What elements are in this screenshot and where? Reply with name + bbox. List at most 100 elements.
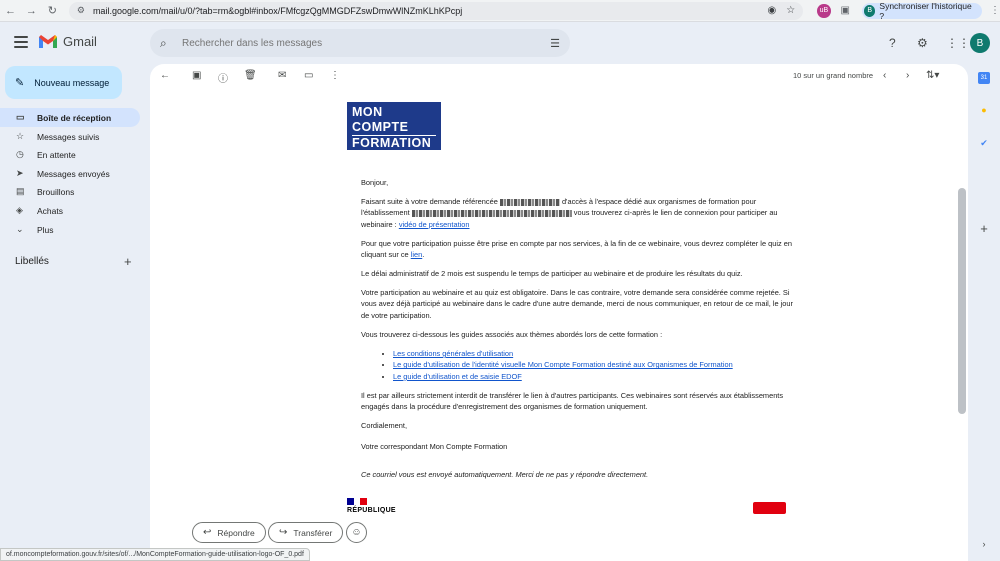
labels-heading: Libellés — [15, 256, 49, 267]
gmail-logo-text: Gmail — [63, 34, 97, 49]
p1-text-a: Faisant suite à votre demande référencée — [361, 197, 498, 206]
sidebar-item-starred[interactable]: ☆ Messages suivis — [0, 127, 140, 146]
paragraph-2: Pour que votre participation puisse être… — [361, 239, 792, 260]
report-spam-icon[interactable]: ⓘ — [218, 70, 228, 85]
scrollbar[interactable] — [958, 188, 966, 414]
sync-label: Synchroniser l'historique ? — [879, 0, 972, 21]
sidebar-item-inbox[interactable]: ▭ Boîte de réception — [0, 108, 140, 127]
move-to-icon[interactable]: ▭ — [304, 70, 313, 81]
delete-icon[interactable]: 🗑 — [244, 70, 257, 81]
reload-icon[interactable]: ↻ — [42, 0, 63, 22]
draft-icon: ▤ — [16, 186, 25, 196]
guide-link-cgu[interactable]: Les conditions générales d'utilisation — [393, 349, 513, 358]
pager-text: 10 sur un grand nombre — [793, 71, 874, 80]
sidebar-item-more[interactable]: ⌄ Plus — [0, 220, 140, 239]
redacted-establishment — [411, 209, 572, 217]
guide-link-visual-identity[interactable]: Le guide d'utilisation de l'identité vis… — [393, 360, 733, 369]
gmail-m-icon — [39, 35, 57, 48]
logo-line: MON — [352, 105, 383, 119]
quiz-link[interactable]: lien — [411, 250, 423, 259]
sidebar-item-purchases[interactable]: ◈ Achats — [0, 201, 140, 220]
add-label-icon[interactable]: + — [124, 254, 132, 269]
sidebar-item-label: Messages suivis — [37, 131, 100, 142]
search-options-icon[interactable]: ☰ — [550, 37, 560, 50]
help-icon[interactable]: ? — [889, 36, 896, 50]
list-item: Le guide d'utilisation et de saisie EDOF — [393, 371, 793, 382]
settings-gear-icon[interactable]: ⚙ — [917, 36, 928, 50]
newer-icon[interactable]: ‹ — [883, 70, 886, 81]
send-icon: ➤ — [16, 168, 24, 178]
more-actions-icon[interactable]: ⋮ — [330, 70, 340, 81]
paragraph-1: Faisant suite à votre demande référencée… — [361, 196, 796, 230]
french-flag-icon — [347, 498, 368, 505]
reply-icon: ↩ — [203, 527, 212, 538]
guide-link-edof[interactable]: Le guide d'utilisation et de saisie EDOF — [393, 372, 522, 381]
presentation-video-link[interactable]: vidéo de présentation — [399, 220, 470, 229]
redacted-reference — [499, 198, 560, 206]
reply-button[interactable]: ↩ Répondre — [192, 522, 266, 543]
paragraph-4: Votre participation au webinaire et au q… — [361, 288, 793, 320]
back-to-inbox-icon[interactable]: ← — [160, 70, 170, 81]
account-avatar[interactable]: B — [970, 33, 990, 53]
older-icon[interactable]: › — [906, 70, 909, 81]
extension-icon[interactable]: uB — [817, 3, 831, 18]
list-item: Les conditions générales d'utilisation — [393, 348, 793, 359]
sidebar-item-label: Achats — [37, 205, 63, 216]
p2-text: Pour que votre participation puisse être… — [361, 239, 792, 260]
republique-text: RÉPUBLIQUE — [347, 507, 396, 514]
emoji-reaction-icon[interactable]: ☺ — [346, 522, 367, 543]
pencil-icon: ✎ — [15, 77, 25, 89]
sidebar-item-sent[interactable]: ➤ Messages envoyés — [0, 164, 140, 183]
sidebar-item-snoozed[interactable]: ◷ En attente — [0, 145, 140, 164]
sidebar-item-label: Brouillons — [37, 186, 75, 197]
sidebar-item-label: Boîte de réception — [37, 112, 112, 123]
calendar-icon[interactable]: 31 — [978, 72, 990, 84]
automatic-note: Ce courriel vous est envoyé automatiquem… — [361, 470, 649, 479]
bookmark-star-icon[interactable]: ☆ — [786, 5, 795, 16]
tasks-icon[interactable]: ✔ — [978, 137, 990, 149]
archive-icon[interactable]: ▣ — [192, 70, 201, 81]
greeting: Bonjour, — [361, 178, 389, 187]
closing: Cordialement, — [361, 421, 408, 430]
guides-list: Les conditions générales d'utilisation L… — [393, 348, 793, 382]
sidebar-item-drafts[interactable]: ▤ Brouillons — [0, 182, 140, 201]
forward-button[interactable]: ↪ Transférer — [268, 522, 344, 543]
logo-line: FORMATION — [352, 135, 436, 151]
search-icon[interactable]: ⌕ — [160, 36, 180, 51]
eye-icon[interactable]: ◉ — [768, 5, 777, 16]
clock-icon: ◷ — [16, 149, 24, 159]
forward-label: Transférer — [293, 527, 333, 538]
compose-button[interactable]: ✎ Nouveau message — [5, 66, 122, 99]
sync-button[interactable]: B Synchroniser l'historique ? — [862, 0, 982, 21]
compose-label: Nouveau message — [34, 77, 110, 88]
expand-panel-icon[interactable]: › — [978, 538, 990, 550]
link-status-bar: of.moncompteformation.gouv.fr/sites/of/.… — [0, 548, 310, 561]
apps-grid-icon[interactable]: ⋮⋮ — [946, 36, 970, 50]
back-icon[interactable]: ← — [0, 0, 21, 22]
signature: Votre correspondant Mon Compte Formation — [361, 442, 508, 451]
main-menu-icon[interactable] — [14, 36, 28, 48]
search-input[interactable] — [182, 37, 551, 49]
paragraph-6: Il est par ailleurs strictement interdit… — [361, 391, 784, 412]
chevron-down-icon: ⌄ — [16, 224, 24, 234]
keep-icon[interactable]: ● — [978, 104, 990, 116]
list-item: Le guide d'utilisation de l'identité vis… — [393, 359, 793, 370]
mark-unread-icon[interactable]: ✉ — [278, 70, 286, 81]
forward-icon[interactable]: → — [21, 0, 42, 22]
forward-arrow-icon: ↪ — [279, 527, 288, 538]
address-bar[interactable]: ⚙ mail.google.com/mail/u/0/?tab=rm&ogbl#… — [68, 1, 804, 20]
star-icon: ☆ — [16, 131, 25, 141]
paragraph-3: Le délai administratif de 2 mois est sus… — [361, 269, 743, 278]
input-tools-icon[interactable]: ⇅▾ — [926, 70, 939, 81]
search-bar[interactable]: ⌕ ☰ — [150, 29, 570, 57]
profile-avatar: B — [864, 4, 876, 17]
add-addon-icon[interactable]: + — [978, 221, 990, 236]
extensions-puzzle-icon[interactable]: ▣ — [841, 5, 850, 16]
site-settings-icon[interactable]: ⚙ — [77, 5, 85, 16]
sidebar-item-label: En attente — [37, 149, 76, 160]
logo-line: COMPTE — [352, 119, 409, 134]
gmail-logo[interactable]: Gmail — [38, 34, 97, 49]
sidebar-item-label: Messages envoyés — [37, 168, 110, 179]
browser-menu-icon[interactable]: ⋮ — [990, 5, 1000, 16]
mon-compte-formation-logo: MON COMPTE FORMATION — [347, 102, 441, 150]
